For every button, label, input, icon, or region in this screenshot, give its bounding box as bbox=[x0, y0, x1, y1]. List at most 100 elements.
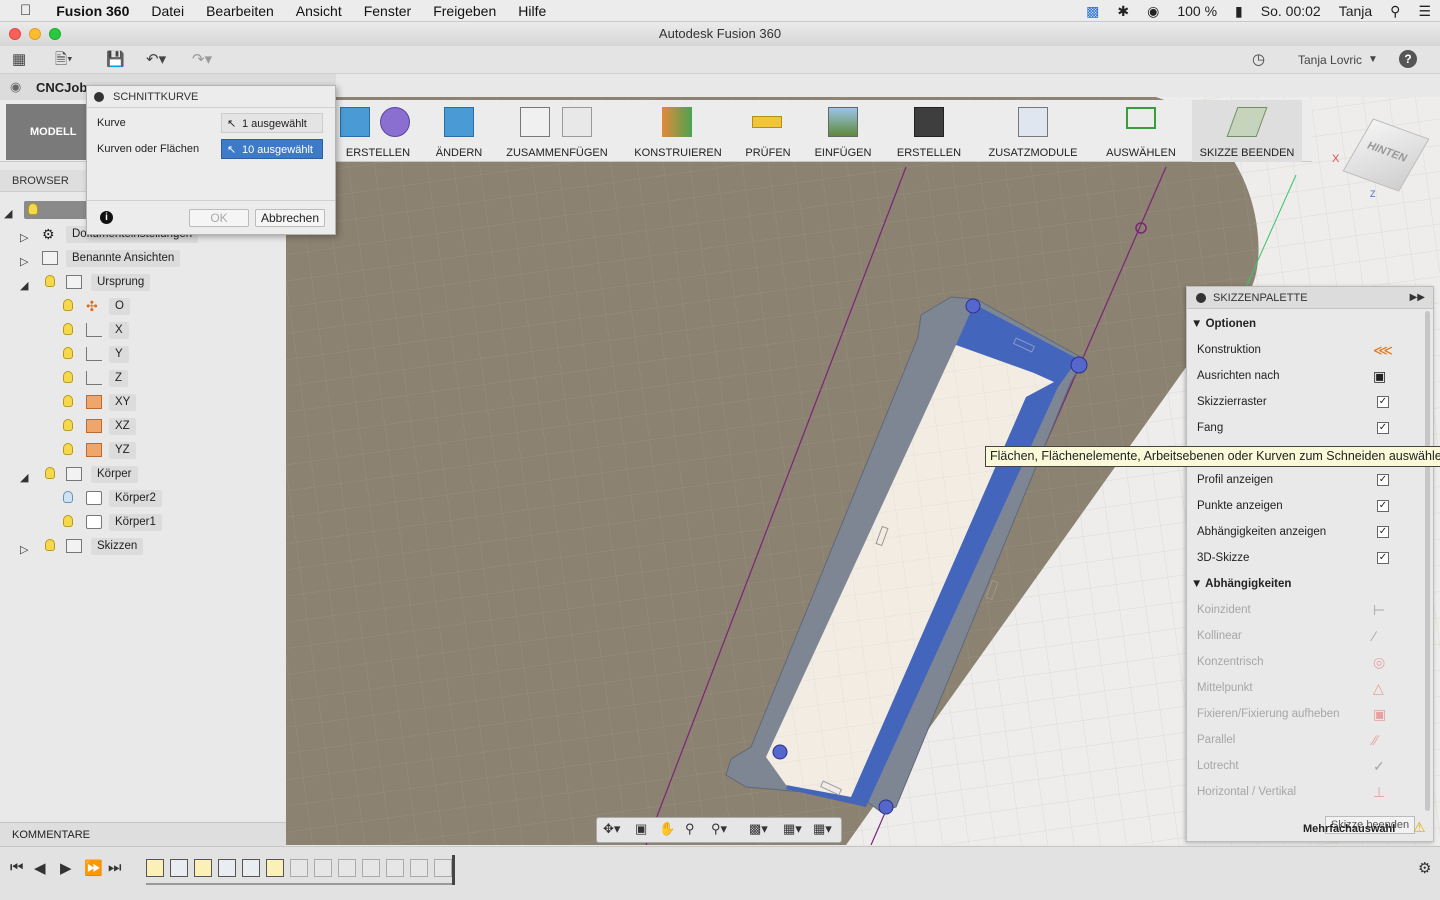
zoom-window-icon[interactable]: ⚲▾ bbox=[711, 821, 727, 837]
menu-ansicht[interactable]: Ansicht bbox=[285, 0, 353, 22]
constraint-perpendicular[interactable]: Lotrecht ✓ bbox=[1197, 753, 1397, 779]
tree-row-body1[interactable]: Körper1 bbox=[0, 512, 286, 532]
ribbon-zusatzmodule[interactable]: ZUSATZMODULE bbox=[980, 100, 1086, 162]
bluetooth-icon[interactable]: ✱ bbox=[1108, 3, 1138, 20]
battery-status[interactable]: 100 % bbox=[1168, 3, 1226, 19]
option-show-profile[interactable]: Profil anzeigen ✓ bbox=[1197, 467, 1397, 493]
3d-sketch-checkbox[interactable]: ✓ bbox=[1377, 552, 1389, 564]
viewports-icon[interactable]: ▦▾ bbox=[813, 821, 832, 837]
timeline-marker[interactable] bbox=[452, 855, 455, 885]
dialog-header[interactable]: SCHNITTKURVE bbox=[87, 86, 335, 108]
ribbon-pruefen[interactable]: PRÜFEN bbox=[738, 100, 798, 162]
ok-button[interactable]: OK bbox=[189, 209, 249, 227]
tree-row-plane-xz[interactable]: XZ bbox=[0, 416, 286, 436]
show-points-checkbox[interactable]: ✓ bbox=[1377, 500, 1389, 512]
help-icon[interactable]: ? bbox=[1399, 50, 1417, 68]
sketch-grid-checkbox[interactable]: ✓ bbox=[1377, 396, 1389, 408]
show-constraints-checkbox[interactable]: ✓ bbox=[1377, 526, 1389, 538]
step-forward-icon[interactable]: ⏩ bbox=[84, 859, 103, 877]
tree-row-sketches[interactable]: ▷ Skizzen bbox=[0, 536, 286, 556]
timeline-suppressed-feature[interactable] bbox=[362, 859, 380, 877]
tree-row-origin-o[interactable]: ✣ O bbox=[0, 296, 286, 316]
collapse-triangle-icon[interactable]: ◢ bbox=[20, 468, 28, 488]
timeline-suppressed-feature[interactable] bbox=[290, 859, 308, 877]
ribbon-konstruieren[interactable]: KONSTRUIEREN bbox=[628, 100, 728, 162]
job-status-clock-icon[interactable]: ◷ bbox=[1252, 50, 1265, 70]
zoom-window-icon[interactable] bbox=[49, 28, 61, 40]
tree-row-body2[interactable]: Körper2 bbox=[0, 488, 286, 508]
visibility-bulb-icon[interactable] bbox=[63, 299, 73, 311]
snap-checkbox[interactable]: ✓ bbox=[1377, 422, 1389, 434]
visibility-bulb-off-icon[interactable] bbox=[63, 491, 73, 503]
grid-settings-icon[interactable]: ▦▾ bbox=[783, 821, 802, 837]
look-at-icon[interactable]: ▣ bbox=[635, 821, 647, 837]
tree-row-plane-yz[interactable]: YZ bbox=[0, 440, 286, 460]
visibility-bulb-icon[interactable] bbox=[63, 371, 73, 383]
ribbon-zusammenfuegen[interactable]: ZUSAMMENFÜGEN bbox=[500, 100, 614, 162]
minimize-window-icon[interactable] bbox=[29, 28, 41, 40]
visibility-bulb-icon[interactable] bbox=[63, 347, 73, 359]
visibility-bulb-icon[interactable] bbox=[63, 395, 73, 407]
option-construction[interactable]: Konstruktion ⋘ bbox=[1197, 337, 1397, 363]
timeline-sketch-feature[interactable] bbox=[266, 859, 284, 877]
curve-selector[interactable]: ↖ 1 ausgewählt bbox=[221, 113, 323, 133]
constraint-concentric[interactable]: Konzentrisch ◎ bbox=[1197, 649, 1397, 675]
visibility-bulb-icon[interactable] bbox=[45, 467, 55, 479]
timeline-sketch-feature[interactable] bbox=[194, 859, 212, 877]
redo-icon[interactable]: ↷▾ bbox=[192, 50, 212, 70]
timeline-sketch-feature[interactable] bbox=[146, 859, 164, 877]
timeline-suppressed-feature[interactable] bbox=[386, 859, 404, 877]
visibility-bulb-icon[interactable] bbox=[28, 203, 38, 215]
constraint-parallel[interactable]: Parallel ∕∕ bbox=[1197, 727, 1397, 753]
teamviewer-icon[interactable]: ▩ bbox=[1077, 3, 1108, 20]
orbit-icon[interactable]: ✥▾ bbox=[603, 821, 620, 837]
go-to-end-icon[interactable]: ⏭ bbox=[108, 859, 122, 876]
file-menu-icon[interactable]: 🗎▾ bbox=[55, 50, 73, 70]
tree-row-axis-z[interactable]: Z bbox=[0, 368, 286, 388]
go-to-start-icon[interactable]: ⏮ bbox=[10, 859, 24, 876]
visibility-bulb-icon[interactable] bbox=[63, 419, 73, 431]
collapse-circle-icon[interactable] bbox=[94, 92, 104, 102]
tree-row-named-views[interactable]: ▷ Benannte Ansichten bbox=[0, 248, 286, 268]
user-account-menu[interactable]: Tanja Lovric bbox=[1298, 50, 1362, 70]
timeline-extrude-feature[interactable] bbox=[170, 859, 188, 877]
timeline-suppressed-feature[interactable] bbox=[434, 859, 452, 877]
wifi-icon[interactable]: ◉ bbox=[1138, 3, 1168, 20]
constraints-section-header[interactable]: ▼ Abhängigkeiten bbox=[1191, 571, 1291, 597]
expand-triangle-icon[interactable]: ▷ bbox=[20, 252, 28, 272]
timeline-suppressed-feature[interactable] bbox=[338, 859, 356, 877]
ribbon-erstellen-sketch[interactable]: ERSTELLEN bbox=[336, 100, 420, 162]
undo-icon[interactable]: ↶▾ bbox=[146, 50, 166, 70]
options-section-header[interactable]: ▼ Optionen bbox=[1191, 311, 1256, 337]
warning-icon[interactable]: ⚠ bbox=[1413, 819, 1426, 836]
constraint-horizontal-vertical[interactable]: Horizontal / Vertikal ⊥ bbox=[1197, 779, 1397, 805]
option-show-constraints[interactable]: Abhängigkeiten anzeigen ✓ bbox=[1197, 519, 1397, 545]
tree-row-bodies[interactable]: ◢ Körper bbox=[0, 464, 286, 484]
timeline-move-feature[interactable] bbox=[242, 859, 260, 877]
option-look-at[interactable]: Ausrichten nach ▣ bbox=[1197, 363, 1397, 389]
notification-center-icon[interactable]: ☰ bbox=[1409, 3, 1440, 20]
constraint-fix-unfix[interactable]: Fixieren/Fixierung aufheben ▣ bbox=[1197, 701, 1397, 727]
palette-header[interactable]: SKIZZENPALETTE ▶▶ bbox=[1187, 287, 1433, 309]
expand-triangle-icon[interactable]: ▷ bbox=[20, 540, 28, 560]
menu-datei[interactable]: Datei bbox=[140, 0, 195, 22]
menu-hilfe[interactable]: Hilfe bbox=[507, 0, 557, 22]
show-profile-checkbox[interactable]: ✓ bbox=[1377, 474, 1389, 486]
construction-icon[interactable]: ⋘ bbox=[1373, 341, 1393, 359]
ribbon-aendern[interactable]: ÄNDERN bbox=[428, 100, 490, 162]
save-icon[interactable]: 💾 bbox=[106, 50, 125, 70]
option-sketch-grid[interactable]: Skizzierraster ✓ bbox=[1197, 389, 1397, 415]
option-snap[interactable]: Fang ✓ bbox=[1197, 415, 1397, 441]
ribbon-skizze-beenden[interactable]: SKIZZE BEENDEN bbox=[1192, 100, 1302, 162]
constraint-coincident[interactable]: Koinzident ⊢ bbox=[1197, 597, 1397, 623]
close-window-icon[interactable] bbox=[9, 28, 21, 40]
ribbon-auswaehlen[interactable]: AUSWÄHLEN bbox=[1098, 100, 1184, 162]
constraint-midpoint[interactable]: Mittelpunkt △ bbox=[1197, 675, 1397, 701]
menu-bearbeiten[interactable]: Bearbeiten bbox=[195, 0, 285, 22]
palette-scrollbar[interactable] bbox=[1425, 311, 1430, 811]
user-menu[interactable]: Tanja bbox=[1330, 3, 1381, 19]
cancel-button[interactable]: Abbrechen bbox=[255, 209, 325, 227]
workspace-switcher[interactable]: MODELL bbox=[6, 104, 88, 160]
timeline-suppressed-feature[interactable] bbox=[410, 859, 428, 877]
step-back-icon[interactable]: ◀ bbox=[34, 859, 46, 877]
